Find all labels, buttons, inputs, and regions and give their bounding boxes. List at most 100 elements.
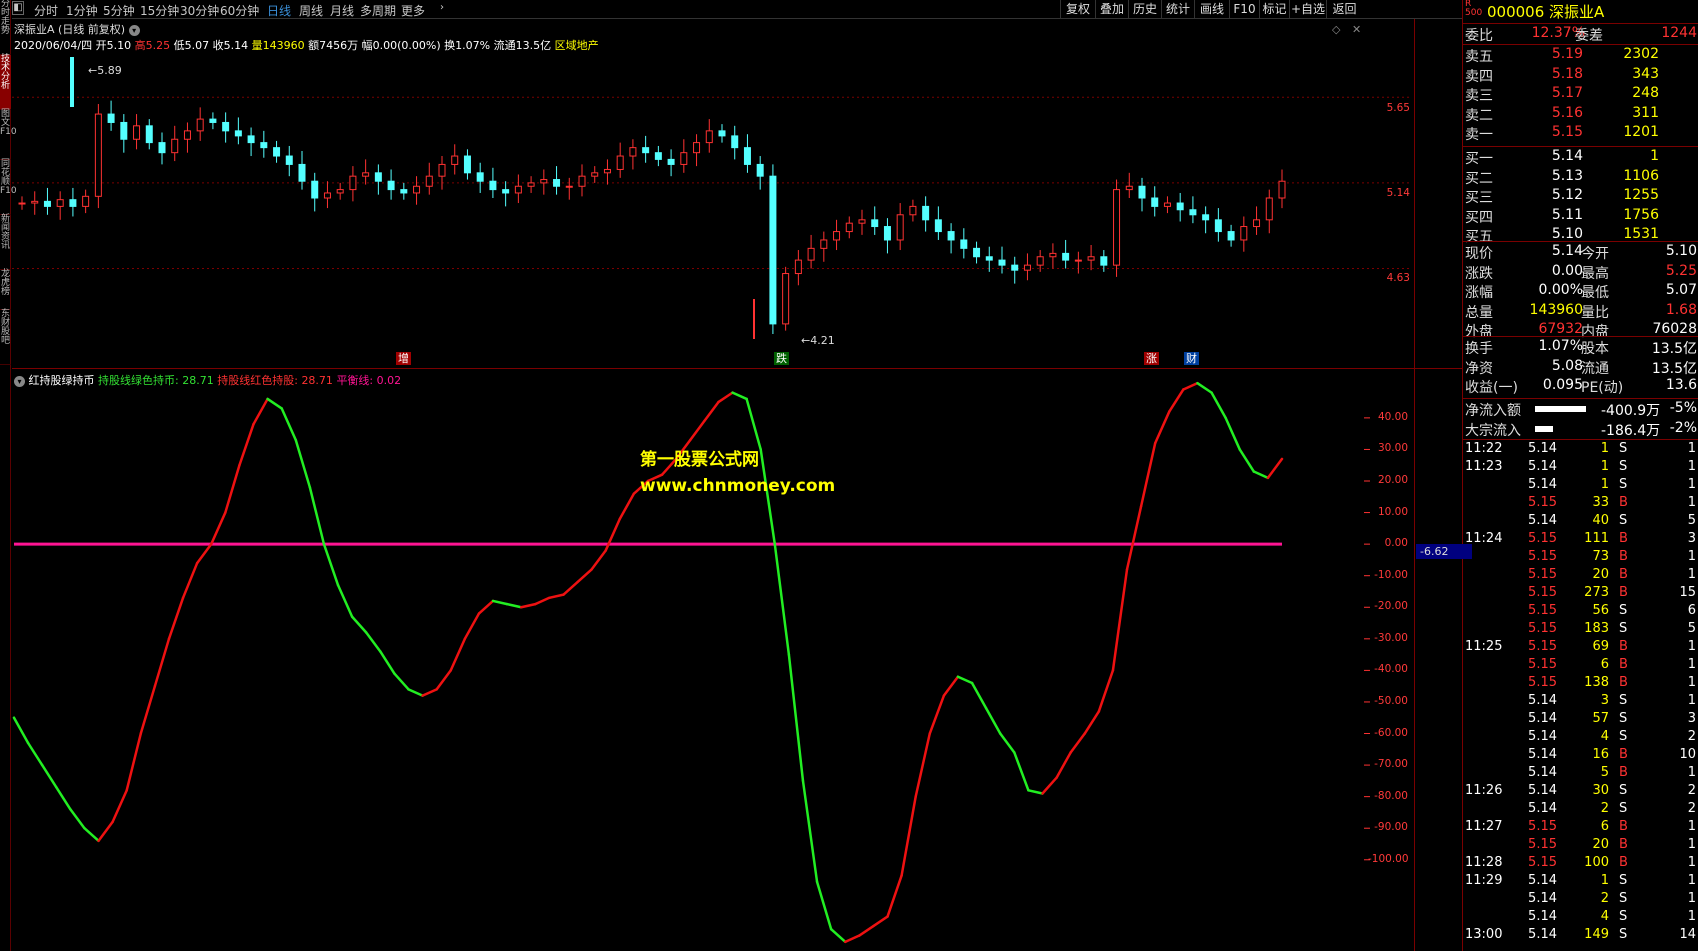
indicator-segment — [1210, 391, 1227, 420]
indicator-segment — [40, 763, 58, 789]
kline-panel[interactable]: 深振业A (日线 前复权) ▾ 2020/06/04/四 开5.10 高5.25… — [12, 19, 1414, 368]
indicator-segment — [886, 874, 903, 918]
indicator-panel[interactable]: ▾ 红持股绿持币 持股线绿色持币: 28.71 持股线红色持股: 28.71 平… — [12, 370, 1472, 951]
tick-count: 1 — [1687, 657, 1696, 672]
toolbar-button[interactable]: 复权 — [1060, 0, 1095, 19]
period-toolbar: ◧ 分时 1分钟 5分钟 15分钟 30分钟 60分钟 日线 周线 月线 多周期 更多 › 复权 叠加 历史… — [12, 0, 1462, 19]
candle-body — [451, 155, 459, 165]
tick-volume: 111 — [1584, 531, 1609, 546]
period-tab[interactable]: 5分钟 — [103, 2, 135, 19]
indicator-segment — [787, 653, 805, 783]
tick-count: 1 — [1687, 891, 1696, 906]
period-tab[interactable]: 1分钟 — [66, 2, 98, 19]
left-tab[interactable]: 新闻资讯 — [0, 215, 11, 270]
ask-volume: 311 — [1632, 104, 1659, 121]
divider — [1463, 241, 1698, 242]
period-tab[interactable]: 60分钟 — [220, 2, 259, 19]
stat-label: 净资 — [1465, 360, 1493, 377]
bid-price: 5.10 — [1551, 226, 1583, 242]
candle-body — [1163, 202, 1171, 207]
stat-value: 5.14 — [1551, 243, 1583, 259]
indicator-segment — [1153, 410, 1171, 445]
left-tab[interactable]: 东财股吧 — [0, 310, 11, 365]
left-tab[interactable]: 龙虎榜 — [0, 270, 11, 310]
bid-volume: 1756 — [1623, 206, 1659, 223]
toolbar-button[interactable]: 叠加 — [1095, 0, 1128, 19]
indicator-segment — [266, 397, 283, 410]
stock-code-value: 000006 — [1487, 3, 1545, 21]
tick-direction: S — [1619, 909, 1628, 924]
tick-volume: 3 — [1600, 693, 1609, 708]
indicator-segment — [26, 741, 44, 767]
indicator-name[interactable]: 红持股绿持币 — [29, 374, 95, 387]
chevron-down-icon[interactable]: ▾ — [14, 376, 25, 387]
indicator-segment — [1013, 751, 1030, 792]
event-marker[interactable]: 涨 — [1144, 352, 1159, 365]
ask-price: 5.17 — [1551, 85, 1583, 101]
toolbar-button[interactable]: 标记 — [1259, 0, 1289, 19]
tick-direction: S — [1619, 801, 1628, 816]
balance-value: 0.02 — [376, 374, 402, 387]
tick-direction: S — [1619, 729, 1628, 744]
tick-volume: 56 — [1592, 603, 1609, 618]
tick-time: 11:25 — [1465, 639, 1503, 654]
chevron-right-icon[interactable]: › — [440, 2, 444, 13]
period-tab[interactable]: 分时 — [34, 2, 58, 19]
candle-body — [1265, 197, 1273, 221]
event-marker[interactable]: 跌 — [774, 352, 789, 365]
left-tab[interactable]: 同花顺F10 — [0, 160, 17, 215]
tick-direction: S — [1619, 711, 1628, 726]
tick-count: 15 — [1679, 585, 1696, 600]
kline-chart[interactable] — [12, 19, 1414, 368]
event-marker[interactable]: 增 — [396, 352, 411, 365]
candle-body — [463, 155, 471, 174]
candle-body — [833, 231, 841, 241]
balance-label: 平衡线: — [336, 374, 374, 387]
toolbar-button[interactable]: 返回 — [1326, 0, 1362, 19]
period-tab[interactable]: 多周期 — [360, 2, 396, 19]
ask-price: 5.16 — [1551, 104, 1583, 121]
stock-code[interactable]: 000006 深振业A — [1487, 1, 1604, 22]
stock-name: 深振业A — [1549, 3, 1605, 21]
toolbar-button[interactable]: 历史 — [1128, 0, 1161, 19]
period-tab[interactable]: 月线 — [330, 2, 354, 19]
left-tab[interactable]: 分时走势 — [0, 0, 11, 55]
price-tick: 5.14 — [1386, 187, 1410, 199]
ask-price: 5.15 — [1551, 124, 1583, 140]
period-tab[interactable]: 15分钟 — [140, 2, 179, 19]
period-tab[interactable]: 30分钟 — [180, 2, 219, 19]
indicator-segment — [421, 688, 438, 697]
candle-body — [222, 121, 230, 132]
candle-body — [387, 180, 395, 191]
indicator-tick: -50.00 — [1374, 694, 1408, 707]
collapse-icon[interactable]: ◧ — [12, 1, 24, 15]
period-tab[interactable]: 周线 — [299, 2, 323, 19]
candle-body — [642, 147, 650, 154]
candle-body — [527, 182, 535, 187]
tick-price: 5.15 — [1528, 567, 1557, 582]
left-tab[interactable]: 图文F10 — [0, 110, 17, 160]
candle-body — [400, 189, 408, 194]
toolbar-button[interactable]: 画线 — [1194, 0, 1229, 19]
toolbar-button[interactable]: 统计 — [1161, 0, 1194, 19]
candle-body — [1240, 226, 1248, 241]
indicator-tick: -90.00 — [1374, 821, 1408, 834]
candle-body — [120, 121, 128, 140]
tick-volume: 6 — [1600, 657, 1609, 672]
indicator-segment — [562, 580, 579, 596]
tick-direction: S — [1619, 873, 1628, 888]
candle-body — [56, 199, 64, 207]
event-marker[interactable]: 财 — [1184, 352, 1199, 365]
panel-divider[interactable] — [12, 368, 1462, 369]
toolbar-button[interactable]: F10 — [1229, 0, 1259, 19]
tick-price: 5.15 — [1528, 621, 1557, 636]
period-tab[interactable]: 日线 — [267, 2, 291, 19]
candle-body — [769, 175, 777, 325]
left-tab[interactable]: 技术分析 — [0, 55, 11, 110]
period-tab[interactable]: 更多 — [401, 2, 425, 19]
tick-direction: B — [1619, 855, 1628, 870]
toolbar-button[interactable]: +自选 — [1289, 0, 1326, 19]
indicator-segment — [477, 599, 495, 615]
line2-value: 28.71 — [301, 374, 333, 387]
tick-price: 5.15 — [1528, 531, 1557, 546]
